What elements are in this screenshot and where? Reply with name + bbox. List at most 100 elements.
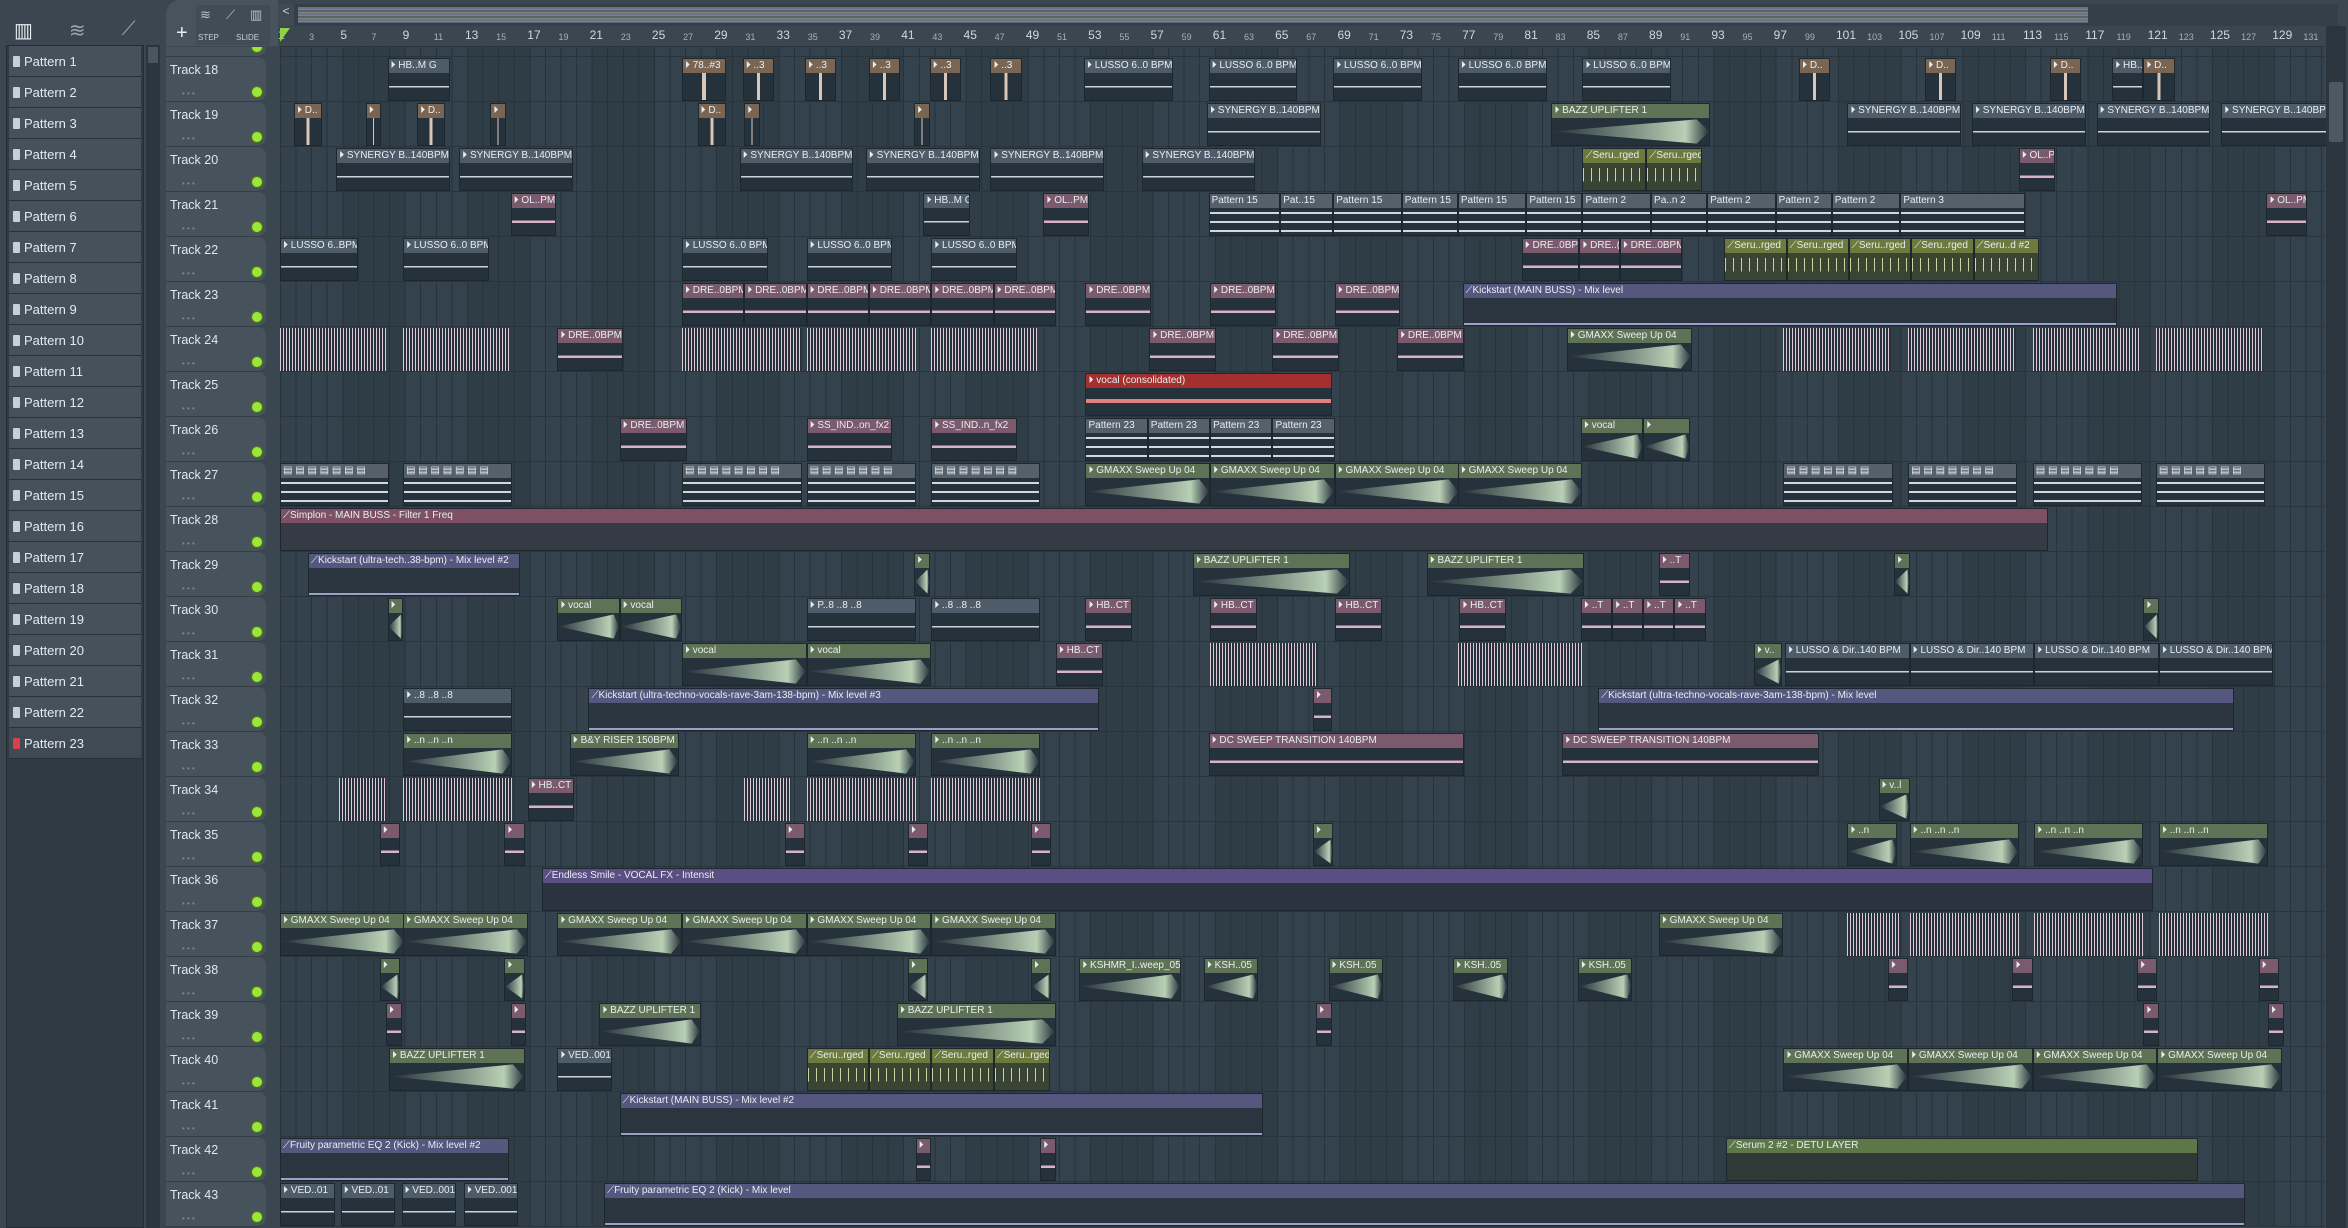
pattern-item[interactable]: Pattern 9 <box>9 294 141 325</box>
clip[interactable]: Pattern 2 <box>1582 193 1652 236</box>
clip[interactable] <box>2032 328 2141 371</box>
pattern-item[interactable]: Pattern 12 <box>9 387 141 418</box>
clip[interactable]: ⏵ KSH..05 <box>1577 958 1633 1001</box>
pattern-item[interactable]: Pattern 3 <box>9 108 141 139</box>
clip[interactable]: ⏵ ..n ..n ..n <box>931 733 1041 776</box>
playhead-marker[interactable] <box>280 28 290 42</box>
clip[interactable]: ⏵ LUSSO 6..0 BPM <box>931 238 1017 281</box>
clip[interactable]: ⏵ LUSSO 6..BPM <box>280 238 358 281</box>
clip[interactable]: ⏵ <box>915 1138 932 1181</box>
pattern-item[interactable]: Pattern 14 <box>9 449 141 480</box>
track-mute-led[interactable] <box>252 222 262 232</box>
clip[interactable]: ⏵ DC SWEEP TRANSITION 140BPM <box>1208 733 1465 776</box>
track-grip-icon[interactable]: • • • <box>182 584 195 593</box>
clip[interactable]: ⏵ DRE..0BPM <box>1397 328 1465 371</box>
clip[interactable]: ⏵ vocal (consolidated) <box>1085 373 1332 416</box>
clip[interactable]: ⏵ <box>379 958 400 1001</box>
clip[interactable]: ⏵ <box>2258 958 2279 1001</box>
clip[interactable]: ⏵ VED..001 <box>557 1048 612 1091</box>
clip[interactable]: Pattern 23 <box>1210 418 1273 461</box>
clip[interactable]: ⏵ <box>510 1003 527 1046</box>
clip[interactable] <box>744 778 792 821</box>
track-grip-icon[interactable]: • • • <box>182 719 195 728</box>
clip[interactable]: ⏵ <box>379 823 400 866</box>
track-grip-icon[interactable]: • • • <box>182 224 195 233</box>
clip[interactable]: ⏵ SYNERGY B..140BPM A <box>1971 103 2086 146</box>
clip[interactable]: ⏵ <box>504 823 525 866</box>
pattern-item[interactable]: Pattern 22 <box>9 697 141 728</box>
clip[interactable]: ⏵ OL..PM <box>1043 193 1089 236</box>
pattern-item[interactable]: Pattern 15 <box>9 480 141 511</box>
audio-wave-icon[interactable]: ≋ <box>69 18 86 43</box>
clip[interactable]: ⟋Seru..d #2 <box>1973 238 2039 281</box>
clip[interactable]: ⏵ LUSSO 6..0 BPM <box>403 238 489 281</box>
clip[interactable]: ⟋Fruity parametric EQ 2 (Kick) - Mix lev… <box>280 1138 510 1181</box>
track-header[interactable]: Track 33 • • • <box>166 732 266 777</box>
clip[interactable]: ⏵ <box>2012 958 2033 1001</box>
clip[interactable]: ⏵ KSH..05 <box>1328 958 1384 1001</box>
clip[interactable]: ▤ ▤ ▤ ▤ ▤ ▤ ▤ <box>2032 463 2142 506</box>
clip[interactable]: ⏵ SYNERGY B..140BPM A <box>459 148 573 191</box>
track-mute-led[interactable] <box>252 47 262 52</box>
clip[interactable]: ⏵ <box>1312 823 1334 866</box>
clip[interactable]: Pat..15 <box>1280 193 1334 236</box>
track-lane[interactable]: ⏵ GMAXX Sweep Up 04 ⏵ GMAXX Sweep Up 04 ⏵ … <box>280 912 2325 957</box>
clip[interactable]: ⏵ GMAXX Sweep Up 04 <box>1210 463 1335 506</box>
clip[interactable]: ⏵ 78..#3 <box>681 58 726 101</box>
song-overview-scrollbar[interactable]: < <box>278 4 2338 26</box>
clip[interactable] <box>1909 913 2019 956</box>
clip[interactable] <box>403 778 513 821</box>
clip[interactable]: ⏵ DRE..0BPM <box>1085 283 1151 326</box>
track-lane[interactable]: ⏵ ⏵ vocal ⏵ vocal ⏵ P..8 ..8 ..8 ⏵ ..8 ..8 … <box>280 597 2325 642</box>
clip[interactable]: ⏵ SYNERGY B..140BPM A <box>1847 103 1962 146</box>
clip[interactable]: ⏵ <box>744 103 760 146</box>
clip[interactable]: ⏵ LUSSO & Dir..140 BPM <box>1909 643 2035 686</box>
clip[interactable]: ⏵ LUSSO 6..0 BPM <box>1582 58 1672 101</box>
track-header[interactable]: Track 30 • • • <box>166 597 266 642</box>
track-header[interactable]: Track 42 • • • <box>166 1137 266 1182</box>
clip[interactable]: ⏵ HB..M G <box>923 193 971 236</box>
track-mute-led[interactable] <box>252 267 262 277</box>
clip[interactable]: ⏵ ..8 ..8 ..8 <box>403 688 513 731</box>
clip[interactable]: Pattern 15 <box>1526 193 1583 236</box>
track-lane[interactable]: ⏵ BAZZ UPLIFTER 1 ⏵ VED..001 ⟋Seru..rged ⟋S… <box>280 1047 2325 1092</box>
clip[interactable]: ⏵ <box>1894 553 1910 596</box>
clip[interactable]: Pattern 2 <box>1707 193 1776 236</box>
track-lane[interactable]: ⏵ DRE..0BPM ⏵ DRE..0BPM ⏵ DRE..0BPM ⏵ DRE..… <box>280 327 2325 372</box>
clip[interactable]: ⏵ DRE..( <box>1579 238 1620 281</box>
clip[interactable]: ⏵ VED..001 <box>463 1183 519 1226</box>
track-lane[interactable]: ⏵ OL..PM ⏵ HB..M G ⏵ OL..PM Pattern 15 Pat..… <box>280 192 2325 237</box>
clip[interactable]: ▤ ▤ ▤ ▤ ▤ ▤ ▤ <box>806 463 916 506</box>
track-lane[interactable]: ⟋Simplon - MAIN BUSS - Filter 1 Freq <box>280 507 2325 552</box>
clip[interactable]: ⏵ <box>1040 1138 1056 1181</box>
slide-toggle[interactable]: SLIDE <box>236 33 259 42</box>
clip[interactable]: ⏵ <box>2137 958 2158 1001</box>
clip[interactable]: ⏵ ..n ..n ..n <box>1909 823 2019 866</box>
clip[interactable]: ⏵ OL..PM <box>2018 148 2055 191</box>
clip[interactable]: ⏵ DRE..0BPM <box>557 328 623 371</box>
pattern-item[interactable]: Pattern 20 <box>9 635 141 666</box>
pattern-item[interactable]: Pattern 13 <box>9 418 141 449</box>
track-header[interactable]: Track 22 • • • <box>166 237 266 282</box>
clip[interactable]: ⟋Seru..rged <box>1646 148 1703 191</box>
track-grip-icon[interactable]: • • • <box>182 764 195 773</box>
track-header[interactable]: Track 43 • • • <box>166 1182 266 1227</box>
clip[interactable]: ⏵ OL..PM <box>2266 193 2307 236</box>
automation-icon[interactable]: ⟋ <box>226 7 235 23</box>
clip[interactable]: ⏵ <box>1030 958 1052 1001</box>
clip[interactable]: ⏵ GMAXX Sweep Up 04 <box>681 913 807 956</box>
clip[interactable]: ⏵ ..n <box>1847 823 1898 866</box>
clip[interactable]: ⏵ GMAXX Sweep Up 04 <box>1085 463 1211 506</box>
track-grip-icon[interactable]: • • • <box>182 134 195 143</box>
track-grip-icon[interactable]: • • • <box>182 629 195 638</box>
track-lane[interactable]: ⟋Fruity parametric EQ 2 (Kick) - Mix lev… <box>280 1137 2325 1182</box>
track-grip-icon[interactable]: • • • <box>182 674 195 683</box>
clip[interactable]: ⏵ GMAXX Sweep Up 04 <box>557 913 682 956</box>
clip[interactable]: ⏵ VED..001 <box>401 1183 457 1226</box>
track-mute-led[interactable] <box>252 87 262 97</box>
clip[interactable]: ⏵ ..T <box>1580 598 1613 641</box>
track-header[interactable]: Track 40 • • • <box>166 1047 266 1092</box>
clip[interactable]: ⏵ ..3 <box>990 58 1022 101</box>
track-lane[interactable]: ⏵ DRE..0BPM ⏵ DRE..0BPM ⏵ DRE..0BPM ⏵ DRE..… <box>280 282 2325 327</box>
track-mute-led[interactable] <box>252 717 262 727</box>
